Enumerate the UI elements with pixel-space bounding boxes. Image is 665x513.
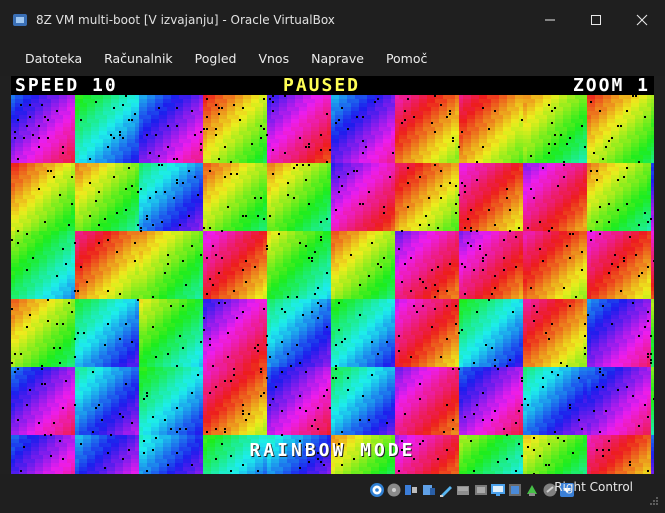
maximize-button[interactable] bbox=[573, 0, 619, 40]
menu-bar: Datoteka Računalnik Pogled Vnos Naprave … bbox=[0, 40, 665, 76]
menu-help[interactable]: Pomoč bbox=[375, 40, 438, 76]
resize-grip-icon[interactable] bbox=[649, 496, 659, 506]
cpu-icon[interactable] bbox=[507, 482, 523, 498]
host-key-label[interactable]: Right Control bbox=[554, 480, 633, 494]
mouse-integration-icon[interactable] bbox=[524, 482, 540, 498]
menu-input[interactable]: Vnos bbox=[247, 40, 300, 76]
close-button[interactable] bbox=[619, 0, 665, 40]
vm-hud-bar: SPEED 10 PAUSED ZOOM 1 bbox=[11, 76, 654, 95]
menu-devices[interactable]: Naprave bbox=[300, 40, 375, 76]
maximize-icon bbox=[591, 15, 601, 25]
minimize-icon bbox=[545, 19, 555, 21]
speed-label: SPEED 10 bbox=[15, 76, 118, 96]
window-title: 8Z VM multi-boot [V izvajanju] - Oracle … bbox=[36, 13, 335, 27]
video-capture-icon[interactable] bbox=[490, 482, 506, 498]
rainbow-pattern bbox=[11, 95, 654, 474]
menu-file[interactable]: Datoteka bbox=[14, 40, 93, 76]
minimize-button[interactable] bbox=[527, 0, 573, 40]
shared-folder-icon[interactable] bbox=[421, 482, 437, 498]
vm-display[interactable]: SPEED 10 PAUSED ZOOM 1 RAINBOW MODE bbox=[11, 76, 654, 474]
optical-drive-icon[interactable] bbox=[369, 482, 385, 498]
virtualbox-app-icon bbox=[12, 12, 28, 28]
rainbow-mode-label: RAINBOW MODE bbox=[249, 440, 416, 461]
menu-machine[interactable]: Računalnik bbox=[93, 40, 184, 76]
paused-label: PAUSED bbox=[283, 76, 361, 96]
close-icon bbox=[636, 14, 648, 26]
display-icon[interactable] bbox=[438, 482, 454, 498]
status-bar: Right Control bbox=[0, 474, 665, 513]
title-bar: 8Z VM multi-boot [V izvajanju] - Oracle … bbox=[0, 0, 665, 40]
vm-framebuffer[interactable] bbox=[11, 95, 654, 474]
menu-view[interactable]: Pogled bbox=[184, 40, 248, 76]
floppy-icon[interactable] bbox=[386, 482, 402, 498]
usb-icon[interactable] bbox=[403, 482, 419, 498]
hard-disk-icon[interactable] bbox=[455, 482, 471, 498]
zoom-label: ZOOM 1 bbox=[572, 76, 650, 96]
network-icon[interactable] bbox=[473, 482, 489, 498]
